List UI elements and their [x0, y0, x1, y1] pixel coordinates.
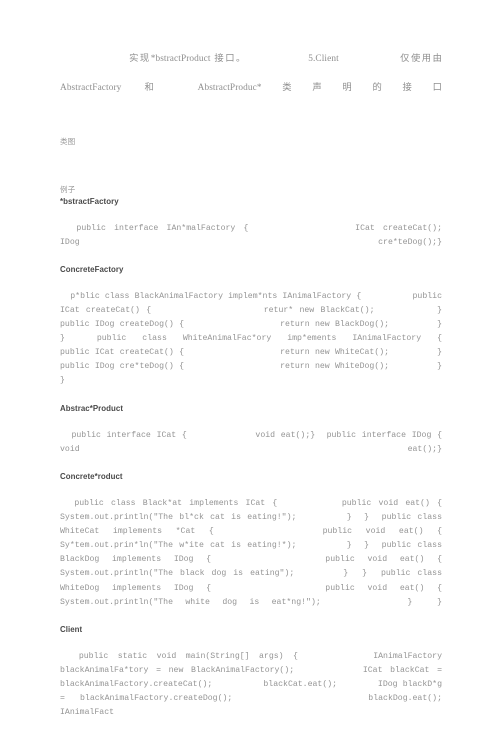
- code-block-concrete-factory: p*blic class BlackAnimalFactory implem*n…: [60, 291, 492, 386]
- intro-paragraph-line-1: 实现*bstractProduct 接口。 5.Client 仅使用由: [60, 54, 442, 64]
- code-block-concrete-product: public class Black*at implements ICat { …: [60, 498, 442, 607]
- section-heading-concrete-factory: ConcreteFactory: [60, 264, 124, 274]
- section-heading-concrete-product: Concrete*roduct: [60, 471, 123, 481]
- class-diagram-label: 类图: [60, 136, 76, 146]
- code-block-abstract-product: public interface ICat { void eat();} pub…: [60, 430, 482, 454]
- page-content: 实现*bstractProduct 接口。 5.Client 仅使用由 Abst…: [60, 52, 442, 734]
- section-heading-client: Client: [60, 624, 83, 634]
- document-page: 实现*bstractProduct 接口。 5.Client 仅使用由 Abst…: [0, 0, 500, 717]
- example-label: 例子: [60, 184, 76, 194]
- section-heading-abstract-product: Abstrac*Product: [60, 403, 124, 413]
- intro-paragraph-line-2: AbstractFactory 和 AbstractProduc*类声明的接口: [60, 82, 442, 93]
- code-block-abstract-factory: public interface IAn*malFactory { ICat c…: [60, 223, 442, 247]
- section-heading-abstract-factory: *bstractFactory: [60, 196, 119, 206]
- code-block-client: public static void main(String[] args) {…: [60, 651, 443, 718]
